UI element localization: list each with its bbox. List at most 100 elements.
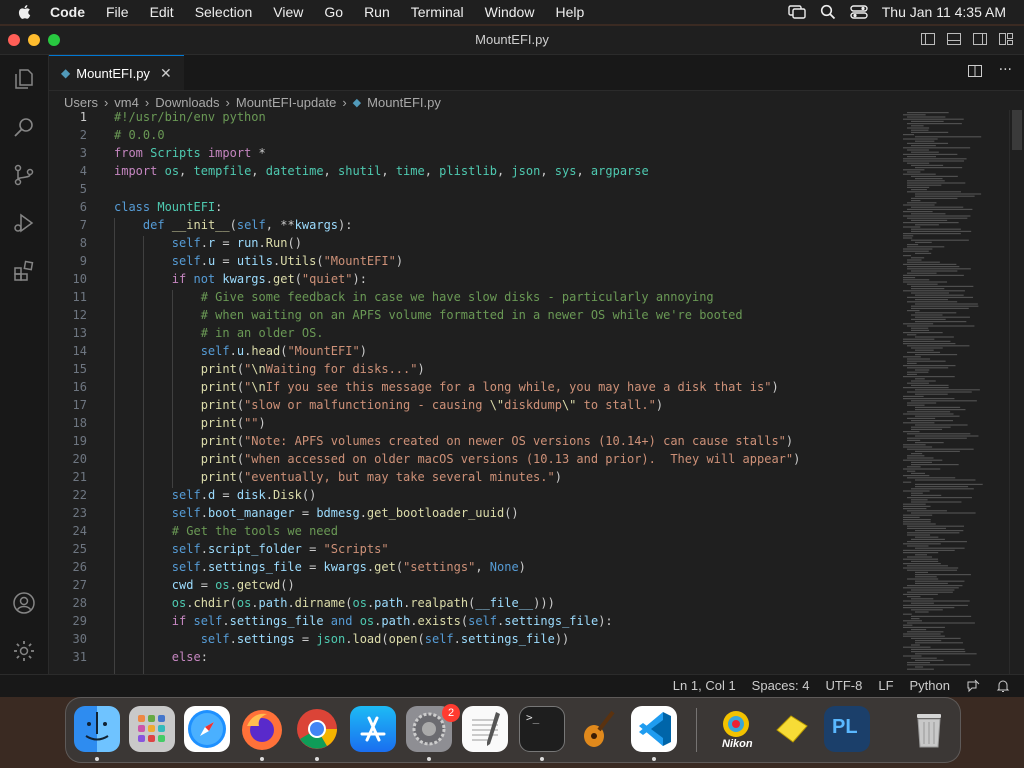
code-line[interactable]: self.u = utils.Utils("MountEFI") — [114, 254, 403, 268]
pl-logo-icon: PL — [832, 716, 858, 738]
code-line[interactable]: print("when accessed on older macOS vers… — [114, 452, 801, 466]
code-line[interactable]: import os, tempfile, datetime, shutil, t… — [114, 164, 649, 178]
code-line[interactable]: self.d = disk.Disk() — [114, 488, 317, 502]
firefox-app-icon[interactable] — [239, 706, 285, 752]
breadcrumb-folder[interactable]: MountEFI-update — [236, 95, 336, 110]
code-line[interactable]: self.settings = json.load(open(self.sett… — [114, 632, 570, 646]
line-number: 11 — [72, 290, 87, 304]
terminal-prompt-icon: >_ — [526, 711, 540, 724]
screen-mirroring-icon[interactable] — [788, 4, 806, 20]
code-line[interactable]: self.script_folder = "Scripts" — [114, 542, 389, 556]
toggle-panel-icon[interactable] — [946, 31, 962, 47]
breadcrumb-vm4[interactable]: vm4 — [114, 95, 139, 110]
code-line[interactable]: self.u.head("MountEFI") — [114, 344, 367, 358]
code-line[interactable]: self.boot_manager = bdmesg.get_bootloade… — [114, 506, 519, 520]
indentation-setting[interactable]: Spaces: 4 — [752, 678, 810, 693]
search-icon[interactable] — [12, 115, 36, 139]
notifications-bell-icon[interactable] — [996, 679, 1010, 693]
line-number: 20 — [72, 452, 87, 466]
code-line[interactable]: print("slow or malfunctioning - causing … — [114, 398, 663, 412]
code-line[interactable]: print("") — [114, 416, 266, 430]
code-line[interactable]: if self.settings_file and os.path.exists… — [114, 614, 613, 628]
line-number: 12 — [72, 308, 87, 322]
code-line[interactable]: os.chdir(os.path.dirname(os.path.realpat… — [114, 596, 555, 610]
finder-app-icon[interactable] — [74, 706, 120, 752]
control-center-icon[interactable] — [850, 4, 868, 20]
split-editor-icon[interactable] — [967, 63, 983, 79]
extensions-icon[interactable] — [12, 259, 36, 283]
menu-help[interactable]: Help — [555, 4, 584, 20]
code-line[interactable]: self.settings_file = kwargs.get("setting… — [114, 560, 526, 574]
vertical-scrollbar[interactable] — [1009, 110, 1024, 676]
chrome-app-icon[interactable] — [294, 706, 340, 752]
code-line[interactable]: #!/usr/bin/env python — [114, 110, 266, 124]
textedit-app-icon[interactable] — [462, 706, 508, 752]
source-control-icon[interactable] — [12, 163, 36, 187]
line-number: 2 — [79, 128, 87, 142]
code-line[interactable]: from Scripts import * — [114, 146, 266, 160]
code-line[interactable]: # in an older OS. — [114, 326, 324, 340]
tab-mountefi-py[interactable]: ◆ MountEFI.py ✕ — [49, 55, 184, 90]
toggle-primary-sidebar-icon[interactable] — [920, 31, 936, 47]
accounts-icon[interactable] — [12, 591, 36, 615]
cursor-position[interactable]: Ln 1, Col 1 — [673, 678, 736, 693]
manage-gear-icon[interactable] — [12, 639, 36, 663]
breadcrumb-separator-icon: › — [225, 94, 230, 110]
apple-icon[interactable] — [16, 3, 34, 21]
code-line[interactable]: if not kwargs.get("quiet"): — [114, 272, 367, 286]
menu-file[interactable]: File — [106, 4, 129, 20]
code-line[interactable]: print("\nWaiting for disks...") — [114, 362, 425, 376]
menu-terminal[interactable]: Terminal — [411, 4, 464, 20]
code-line[interactable]: class MountEFI: — [114, 200, 222, 214]
menubar-clock[interactable]: Thu Jan 11 4:35 AM — [882, 4, 1006, 20]
code-line[interactable]: print("eventually, but may take several … — [114, 470, 562, 484]
safari-app-icon[interactable] — [184, 706, 230, 752]
customize-layout-icon[interactable] — [998, 31, 1014, 47]
spotlight-search-icon[interactable] — [820, 4, 836, 20]
terminal-app-icon[interactable]: >_ — [519, 706, 565, 752]
code-line[interactable]: # 0.0.0 — [114, 128, 165, 142]
code-line[interactable]: # Get the tools we need — [114, 524, 338, 538]
run-and-debug-icon[interactable] — [12, 211, 36, 235]
menu-edit[interactable]: Edit — [150, 4, 174, 20]
feedback-icon[interactable] — [966, 679, 980, 693]
toggle-secondary-sidebar-icon[interactable] — [972, 31, 988, 47]
code-line[interactable]: else: — [114, 650, 208, 664]
menu-go[interactable]: Go — [324, 4, 343, 20]
garageband-app-icon[interactable] — [575, 706, 621, 752]
code-line[interactable]: print("\nIf you see this message for a l… — [114, 380, 779, 394]
line-number: 14 — [72, 344, 87, 358]
photolab-app-icon[interactable]: PL — [824, 706, 870, 752]
breadcrumb-downloads[interactable]: Downloads — [155, 95, 219, 110]
code-line[interactable]: cwd = os.getcwd() — [114, 578, 295, 592]
breadcrumb-separator-icon: › — [342, 94, 347, 110]
vscode-app-icon[interactable] — [631, 706, 677, 752]
launchpad-app-icon[interactable] — [129, 706, 175, 752]
app-store-icon[interactable] — [350, 706, 396, 752]
menu-run[interactable]: Run — [364, 4, 390, 20]
line-number: 6 — [79, 200, 87, 214]
file-encoding[interactable]: UTF-8 — [826, 678, 863, 693]
menu-window[interactable]: Window — [485, 4, 535, 20]
menu-app-name[interactable]: Code — [50, 4, 85, 20]
minimap[interactable] — [899, 110, 1009, 676]
stickies-app-icon[interactable] — [769, 706, 815, 752]
close-tab-icon[interactable]: ✕ — [160, 65, 172, 82]
code-line[interactable]: # when waiting on an APFS volume formatt… — [114, 308, 743, 322]
trash-app-icon[interactable] — [906, 706, 952, 752]
code-line[interactable]: # Give some feedback in case we have slo… — [114, 290, 714, 304]
code-line[interactable]: def __init__(self, **kwargs): — [114, 218, 353, 232]
breadcrumb-file[interactable]: MountEFI.py — [367, 95, 441, 110]
end-of-line[interactable]: LF — [878, 678, 893, 693]
code-line[interactable]: print("Note: APFS volumes created on new… — [114, 434, 793, 448]
menu-view[interactable]: View — [273, 4, 303, 20]
language-mode[interactable]: Python — [910, 678, 950, 693]
scrollbar-thumb[interactable] — [1012, 110, 1022, 150]
more-actions-icon[interactable]: ··· — [999, 63, 1012, 79]
menu-selection[interactable]: Selection — [195, 4, 253, 20]
code-editor[interactable]: 1 2 3 4 5 6 7 8 9 10 11 12 13 14 15 16 17 18 19 20 21 22 23 24 2… — [49, 110, 1024, 676]
breadcrumb-users[interactable]: Users — [64, 95, 98, 110]
breadcrumb-separator-icon: › — [103, 94, 109, 110]
explorer-icon[interactable] — [12, 67, 36, 91]
nikon-app-icon[interactable]: Nikon — [713, 706, 759, 752]
